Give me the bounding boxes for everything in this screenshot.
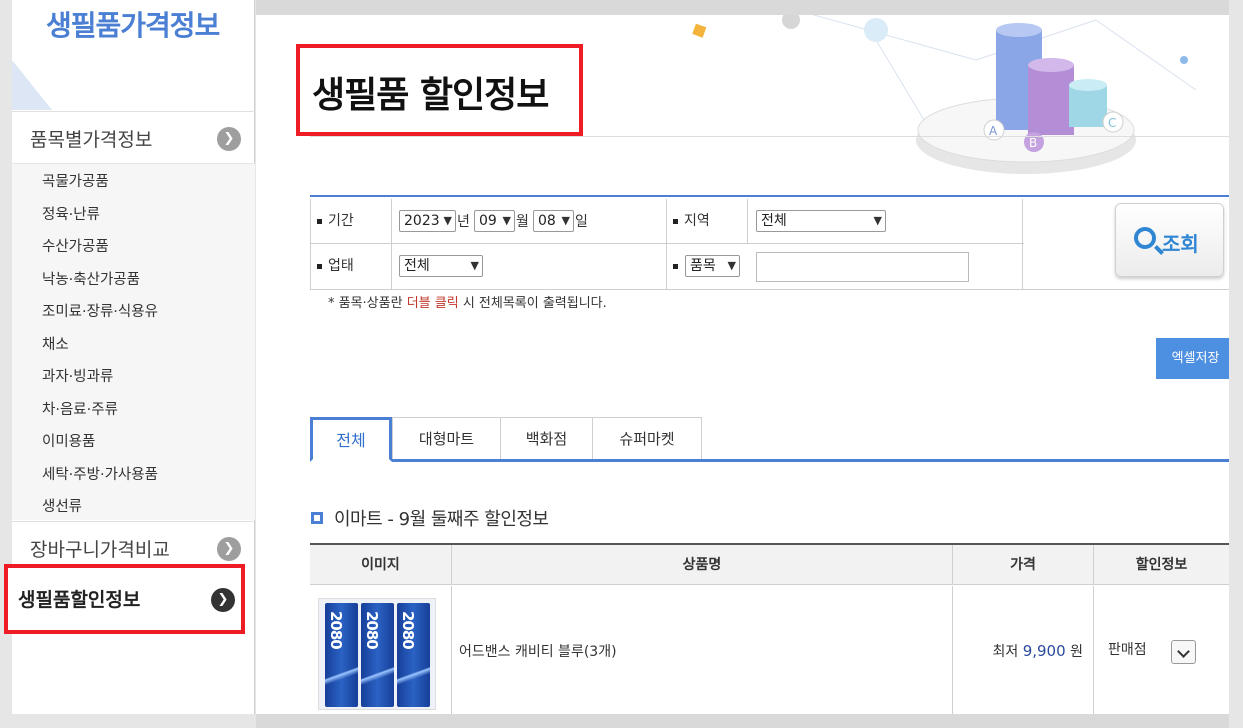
business-label: 업태 — [311, 244, 392, 289]
sidebar-subitems: 곡물가공품 정육·난류 수산가공품 낙농·축산가공품 조미료·장류·식용유 채소… — [12, 163, 255, 520]
category-select[interactable]: 품목 ▼ — [685, 255, 740, 277]
store-label: 판매점 — [1108, 642, 1147, 658]
table-row-name-cell: 어드밴스 캐비티 블루(3개) — [452, 586, 953, 714]
product-tube: 2080 — [361, 603, 394, 707]
section-title: 이마트 - 9월 둘째주 할인정보 — [334, 509, 549, 530]
page-title: 생필품 할인정보 — [312, 75, 549, 116]
table-header: 이미지 상품명 가격 할인정보 — [310, 545, 1229, 585]
section-square-icon — [311, 512, 323, 524]
sidebar-item-vegetables[interactable]: 채소 — [42, 333, 69, 354]
tab-hypermarket[interactable]: 대형마트 — [392, 417, 501, 460]
sidebar-item-snacks[interactable]: 과자·빙과류 — [42, 365, 113, 386]
sidebar-item-meat-eggs[interactable]: 정육·난류 — [42, 203, 100, 224]
search-button[interactable]: 조회 — [1115, 203, 1224, 277]
sidebar-item-dairy[interactable]: 낙농·축산가공품 — [42, 268, 140, 289]
chevron-down-icon: ▼ — [727, 259, 736, 272]
chevron-right-icon: ❯ — [217, 537, 241, 561]
tab-supermarket[interactable]: 슈퍼마켓 — [592, 417, 702, 460]
hero-label-b: B — [1029, 136, 1037, 150]
bullet-icon — [673, 263, 678, 269]
product-price: 최저 9,900 원 — [992, 642, 1083, 660]
sidebar-item-fish[interactable]: 생선류 — [42, 495, 82, 516]
chevron-down-icon: ▼ — [443, 214, 452, 227]
year-unit: 년 — [457, 214, 470, 230]
search-button-label: 조회 — [1162, 232, 1199, 256]
header-product-name: 상품명 — [452, 545, 953, 585]
search-icon — [1134, 227, 1156, 249]
bullet-icon — [317, 263, 322, 269]
tabs-underline — [310, 459, 1229, 462]
month-unit: 월 — [516, 214, 529, 230]
header-discount-info: 할인정보 — [1135, 557, 1188, 573]
day-unit: 일 — [575, 214, 588, 230]
excel-save-button[interactable]: 엑셀저장 — [1156, 338, 1229, 379]
table-row-price-cell: 최저 9,900 원 — [953, 586, 1094, 714]
business-select[interactable]: 전체 ▼ — [399, 255, 483, 277]
chevron-right-icon: ❯ — [211, 588, 235, 612]
sidebar-section-price-by-item[interactable]: 품목별가격정보 ❯ — [12, 111, 255, 163]
header-image: 이미지 — [310, 545, 452, 585]
search-note: * 품목·상품란 더블 클릭 시 전체목록이 출력됩니다. — [328, 296, 607, 311]
period-label: 기간 — [311, 199, 392, 244]
hero-label-c: C — [1108, 116, 1116, 130]
product-tube: 2080 — [397, 603, 430, 707]
sidebar-item-household[interactable]: 세탁·주방·가사용품 — [42, 463, 158, 484]
chevron-right-icon: ❯ — [217, 127, 241, 151]
search-row-period: 기간 2023 ▼ 년 09 ▼ 월 08 ▼ 일 지역 전체 ▼ — [311, 199, 1024, 244]
chevron-down-icon: ▼ — [502, 214, 511, 227]
chevron-down-icon: ▼ — [470, 259, 479, 272]
table-row-discount-cell: 판매점 — [1094, 586, 1229, 714]
product-name: 어드밴스 캐비티 블루(3개) — [459, 644, 617, 660]
sidebar-item-seafood[interactable]: 수산가공품 — [42, 235, 109, 256]
page-title-highlight: 생필품 할인정보 — [296, 44, 583, 136]
product-tube: 2080 — [325, 603, 358, 707]
sidebar-item-seasoning[interactable]: 조미료·장류·식용유 — [42, 300, 158, 321]
month-select[interactable]: 09 ▼ — [474, 210, 515, 232]
sidebar-section-label: 품목별가격정보 — [30, 129, 153, 151]
sidebar: 생필품가격정보 품목별가격정보 ❯ 곡물가공품 정육·난류 수산가공품 낙농·축… — [0, 0, 256, 728]
main-content: A B C 생필품 할인정보 기간 2023 ▼ 년 09 ▼ 월 08 ▼ 일 지역… — [256, 15, 1229, 714]
year-select[interactable]: 2023 ▼ — [399, 210, 456, 232]
title-divider — [310, 136, 1229, 137]
search-input[interactable] — [756, 252, 969, 282]
sidebar-decoration — [12, 60, 52, 110]
header-price: 가격 — [953, 545, 1094, 585]
bullet-icon — [317, 218, 322, 224]
sidebar-item-beauty[interactable]: 이미용품 — [42, 430, 95, 451]
sidebar-item-grain[interactable]: 곡물가공품 — [42, 170, 109, 191]
sidebar-item-beverages[interactable]: 차·음료·주류 — [42, 398, 118, 419]
region-label: 지역 — [666, 199, 748, 244]
table-row-image-cell: 2080 2080 2080 — [310, 586, 452, 714]
day-select[interactable]: 08 ▼ — [533, 210, 574, 232]
bullet-icon — [673, 218, 678, 224]
sidebar-section-label: 생필품할인정보 — [18, 589, 141, 611]
scrollbar-track[interactable] — [1229, 0, 1243, 728]
sidebar-section-discount-info[interactable]: 생필품할인정보 ❯ — [4, 564, 245, 634]
sidebar-section-label: 장바구니가격비교 — [30, 539, 170, 561]
region-select[interactable]: 전체 ▼ — [756, 210, 886, 232]
hero-chart-graphic: A B C — [692, 15, 1197, 174]
product-image[interactable]: 2080 2080 2080 — [318, 598, 436, 710]
note-highlight: 더블 클릭 — [406, 296, 459, 311]
brand-title[interactable]: 생필품가격정보 — [46, 4, 220, 44]
tab-department-store[interactable]: 백화점 — [500, 417, 593, 460]
store-dropdown-button[interactable] — [1171, 640, 1196, 664]
search-top-border — [310, 195, 1229, 197]
discount-table: 이미지 상품명 가격 할인정보 2080 2080 2080 어드밴스 캐비티 … — [310, 543, 1229, 714]
tab-all[interactable]: 전체 — [310, 417, 392, 462]
chevron-down-icon: ▼ — [561, 214, 570, 227]
chevron-down-icon: ▼ — [873, 214, 882, 227]
